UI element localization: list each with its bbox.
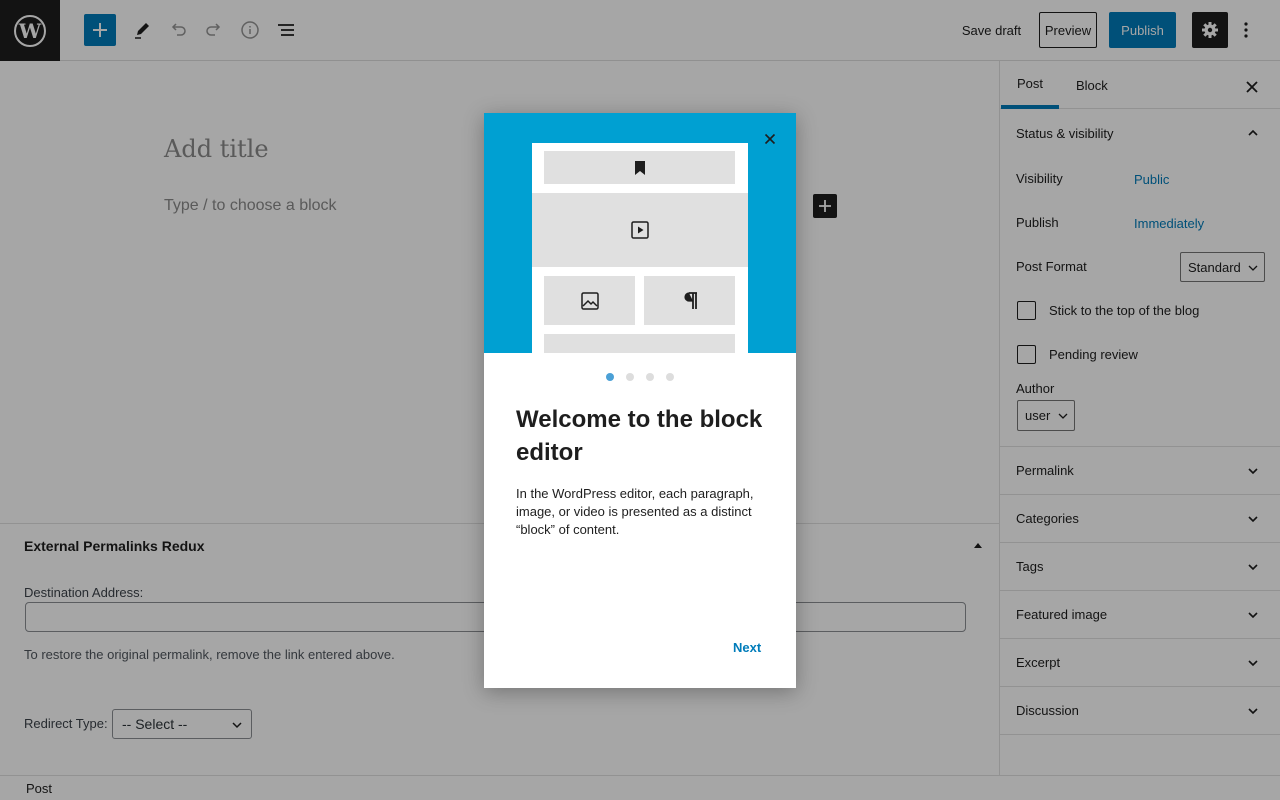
illustration-block bbox=[544, 334, 735, 353]
illustration-block bbox=[644, 276, 735, 325]
image-icon bbox=[580, 291, 599, 310]
illustration-block bbox=[544, 276, 635, 325]
close-icon bbox=[764, 133, 776, 145]
bookmark-icon bbox=[634, 160, 645, 175]
welcome-guide-modal: Welcome to the block editor In the WordP… bbox=[484, 113, 796, 688]
illustration-block bbox=[544, 151, 735, 184]
illustration-card bbox=[532, 143, 748, 353]
page-dot[interactable] bbox=[646, 373, 654, 381]
page-dot[interactable] bbox=[606, 373, 614, 381]
page-dot[interactable] bbox=[626, 373, 634, 381]
page-indicator bbox=[484, 373, 796, 381]
welcome-illustration bbox=[484, 113, 796, 353]
guide-heading: Welcome to the block editor bbox=[516, 406, 763, 466]
page-dot[interactable] bbox=[666, 373, 674, 381]
video-icon bbox=[631, 221, 649, 239]
paragraph-icon bbox=[683, 291, 697, 309]
guide-text: In the WordPress editor, each paragraph,… bbox=[516, 486, 754, 537]
close-guide-button[interactable] bbox=[758, 127, 782, 151]
next-button[interactable]: Next bbox=[733, 640, 761, 655]
illustration-block bbox=[532, 193, 748, 267]
